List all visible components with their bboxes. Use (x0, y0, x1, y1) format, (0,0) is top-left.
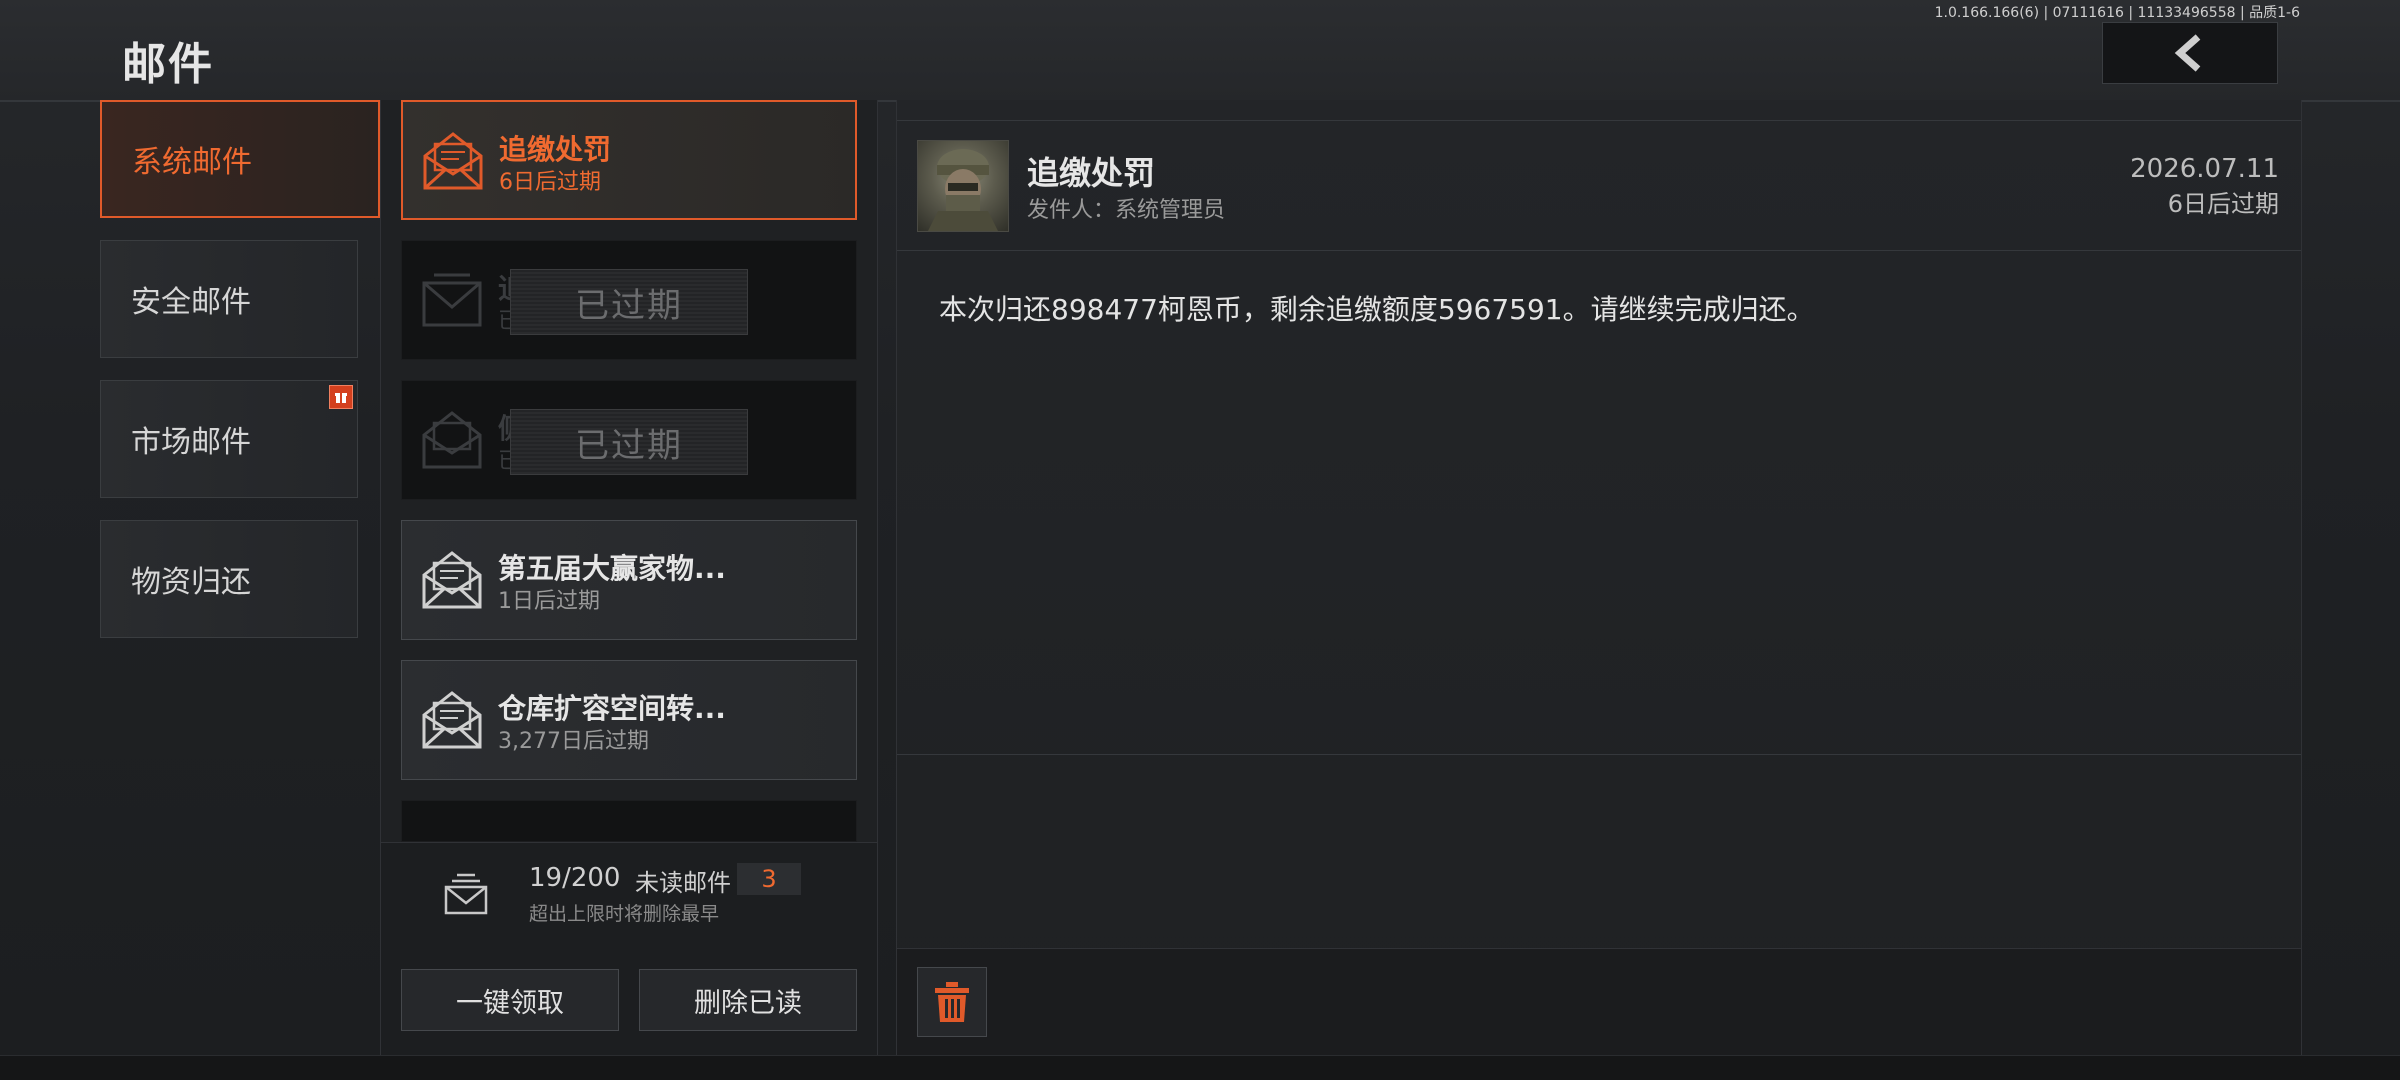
top-bar: 邮件 1.0.166.166(6) | 07111616 | 111334965… (0, 0, 2400, 102)
expired-stamp: 已过期 (510, 269, 748, 335)
detail-title: 追缴处罚 (1027, 154, 1156, 192)
tab-security-mail[interactable]: 安全邮件 (100, 240, 358, 358)
version-info: 1.0.166.166(6) | 07111616 | 11133496558 … (1934, 5, 2300, 21)
divider (897, 754, 2301, 755)
envelope-icon (422, 411, 482, 469)
mail-count: 19/200 (529, 863, 621, 893)
divider (897, 250, 2301, 251)
mail-item-partial[interactable] (401, 800, 857, 842)
mail-stack-icon (444, 873, 488, 915)
tab-market-mail[interactable]: 市场邮件 (100, 380, 358, 498)
mail-expiry-detail: 6日后过期 (2167, 190, 2279, 218)
page-title: 邮件 (122, 39, 214, 90)
divider (897, 120, 2301, 121)
mail-item[interactable]: 侧 已 已过期 (401, 380, 857, 500)
unread-label: 未读邮件 (635, 869, 731, 897)
expired-stamp: 已过期 (510, 409, 748, 475)
mail-expiry: 6日后过期 (499, 170, 601, 195)
chevron-left-icon (2174, 34, 2201, 72)
mail-item[interactable]: 追缴处罚 6日后过期 (401, 100, 857, 220)
delete-read-button[interactable]: 删除已读 (639, 969, 857, 1031)
mail-title: 仓库扩容空间转... (498, 692, 726, 725)
sender-avatar (917, 140, 1009, 232)
mail-body: 本次归还898477柯恩币，剩余追缴额度5967591。请继续完成归还。 (939, 293, 1815, 326)
mail-title: 第五届大赢家物... (498, 552, 726, 585)
mail-detail-panel: 追缴处罚 发件人：系统管理员 2026.07.11 6日后过期 本次归还8984… (896, 100, 2302, 1056)
gift-icon (329, 385, 353, 409)
soldier-portrait-icon (928, 149, 998, 231)
tab-system-mail[interactable]: 系统邮件 (100, 100, 380, 218)
envelope-closed-icon (422, 273, 482, 327)
mail-list-panel: 追缴处罚 6日后过期 追 已 已过期 侧 已 已过期 (380, 100, 878, 1056)
sender-label: 发件人：系统管理员 (1027, 198, 1226, 223)
mail-item[interactable]: 仓库扩容空间转... 3,277日后过期 (401, 660, 857, 780)
mail-screen: 邮件 1.0.166.166(6) | 07111616 | 111334965… (0, 0, 2400, 1080)
trash-icon (935, 982, 969, 1022)
limit-note: 超出上限时将删除最早 (529, 903, 720, 925)
mail-title: 追缴处罚 (499, 133, 612, 166)
tab-label: 系统邮件 (132, 145, 252, 180)
bottom-strip (0, 1055, 2400, 1080)
delete-mail-button[interactable] (917, 967, 987, 1037)
back-button[interactable] (2102, 22, 2278, 84)
mail-expiry: 3,277日后过期 (498, 729, 649, 754)
envelope-icon (423, 132, 483, 190)
tab-label: 安全邮件 (131, 285, 251, 320)
unread-count-badge: 3 (737, 863, 801, 895)
mail-item[interactable]: 第五届大赢家物... 1日后过期 (401, 520, 857, 640)
envelope-icon (422, 691, 482, 749)
tab-label: 市场邮件 (131, 425, 251, 460)
mail-expiry: 1日后过期 (498, 589, 600, 614)
mail-list-footer: 19/200 未读邮件 3 超出上限时将删除最早 一键领取 删除已读 (381, 842, 877, 1056)
tab-supply-return[interactable]: 物资归还 (100, 520, 358, 638)
mail-item[interactable]: 追 已 已过期 (401, 240, 857, 360)
tab-label: 物资归还 (131, 565, 251, 600)
mail-date: 2026.07.11 (2130, 154, 2279, 184)
claim-all-button[interactable]: 一键领取 (401, 969, 619, 1031)
detail-action-bar (897, 948, 2301, 1056)
envelope-icon (422, 551, 482, 609)
